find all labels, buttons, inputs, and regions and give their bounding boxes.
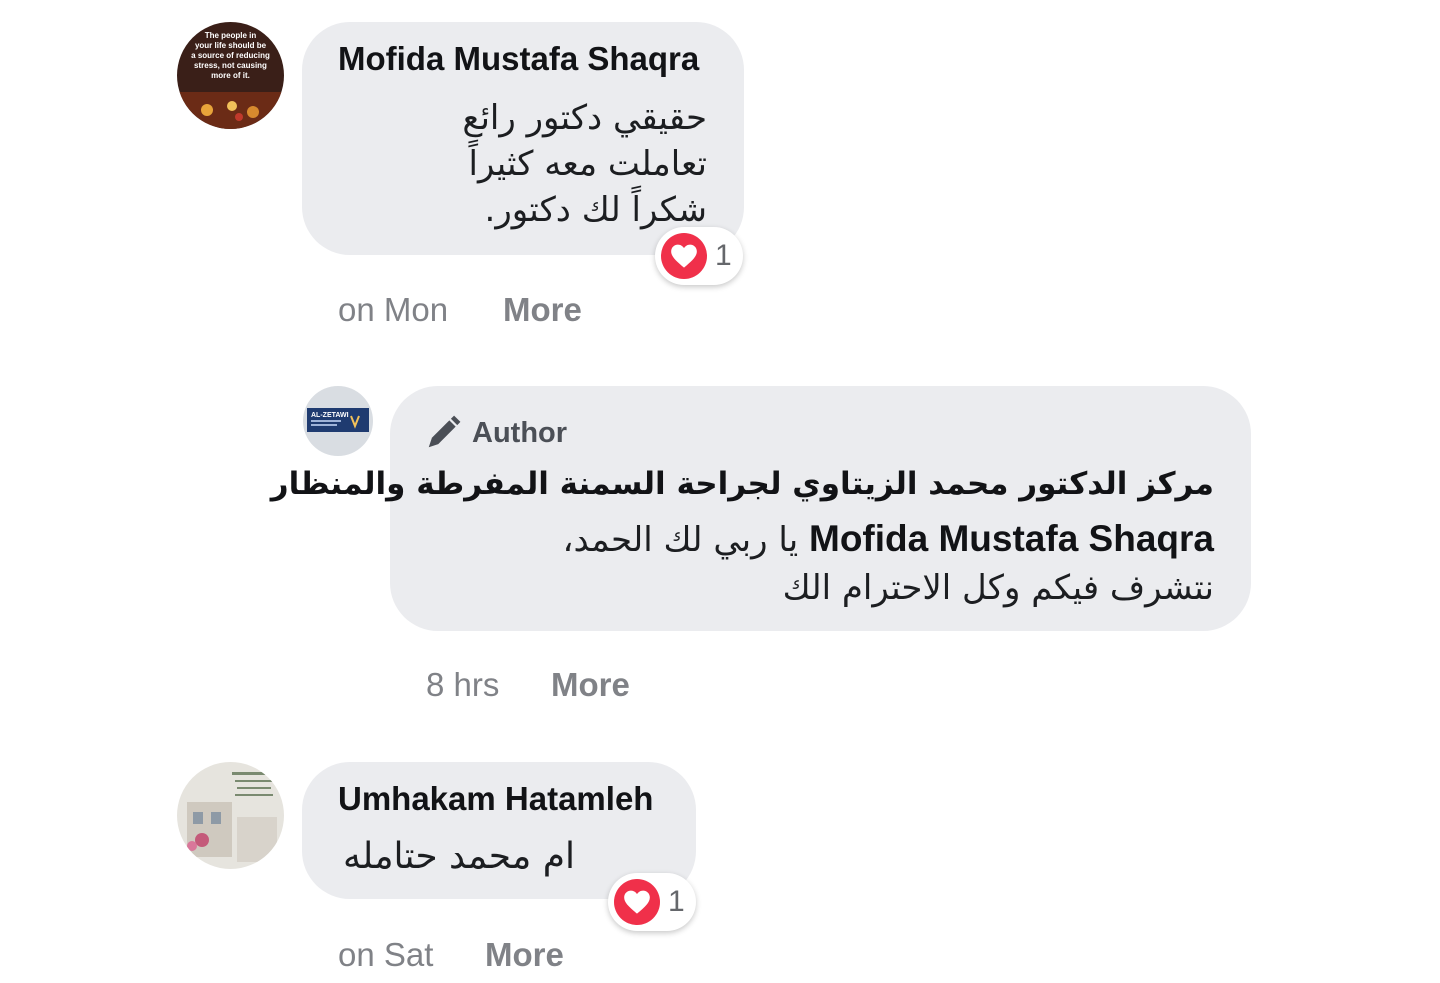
avatar-image [177, 762, 284, 869]
reply-text-line: نتشرف فيكم وكل الاحترام الك [782, 568, 1214, 608]
comment-text-line: شكراً لك دكتور. [484, 190, 707, 230]
reply-text: يا ربي لك الحمد، [562, 520, 799, 560]
more-button[interactable]: More [551, 666, 630, 704]
svg-text:stress, not causing: stress, not causing [194, 61, 267, 70]
mention-link[interactable]: Mofida Mustafa Shaqra [809, 518, 1214, 559]
comment-author-name[interactable]: Mofida Mustafa Shaqra [338, 40, 699, 78]
heart-icon [614, 879, 660, 925]
reaction-count: 1 [715, 239, 732, 272]
avatar[interactable]: The people in your life should be a sour… [177, 22, 284, 129]
comment-text-line: حقيقي دكتور رائع [462, 98, 707, 138]
comment-text-line: تعاملت معه كثيراً [468, 144, 707, 184]
comment-timestamp[interactable]: on Sat [338, 936, 433, 974]
heart-icon [661, 233, 707, 279]
comment-timestamp[interactable]: 8 hrs [426, 666, 499, 704]
avatar[interactable]: AL-ZETAWI [303, 386, 373, 456]
avatar-label: AL-ZETAWI [311, 412, 349, 419]
svg-text:your life should be: your life should be [195, 41, 267, 50]
more-button[interactable]: More [485, 936, 564, 974]
reply-text-line: Mofida Mustafa Shaqra يا ربي لك الحمد، [562, 518, 1214, 560]
svg-text:The people in: The people in [205, 31, 257, 40]
reaction-summary[interactable]: 1 [608, 873, 696, 931]
comment-timestamp[interactable]: on Mon [338, 291, 448, 329]
pen-icon [428, 415, 461, 448]
reaction-count: 1 [668, 885, 685, 918]
svg-text:a source of reducing: a source of reducing [191, 51, 270, 60]
svg-text:more of it.: more of it. [211, 71, 250, 80]
reply-author-name[interactable]: مركز الدكتور محمد الزيتاوي لجراحة السمنة… [271, 466, 1214, 502]
more-button[interactable]: More [503, 291, 582, 329]
author-badge-label: Author [472, 416, 568, 449]
avatar-image: AL-ZETAWI [303, 386, 373, 456]
author-badge: Author [424, 414, 567, 452]
avatar-image: The people in your life should be a sour… [177, 22, 284, 129]
comment-author-name[interactable]: Umhakam Hatamleh [338, 780, 653, 818]
avatar[interactable] [177, 762, 284, 869]
comments-thread: The people in your life should be a sour… [0, 0, 1440, 983]
reaction-summary[interactable]: 1 [655, 227, 743, 285]
comment-text-line: ام محمد حتامله [343, 836, 575, 877]
